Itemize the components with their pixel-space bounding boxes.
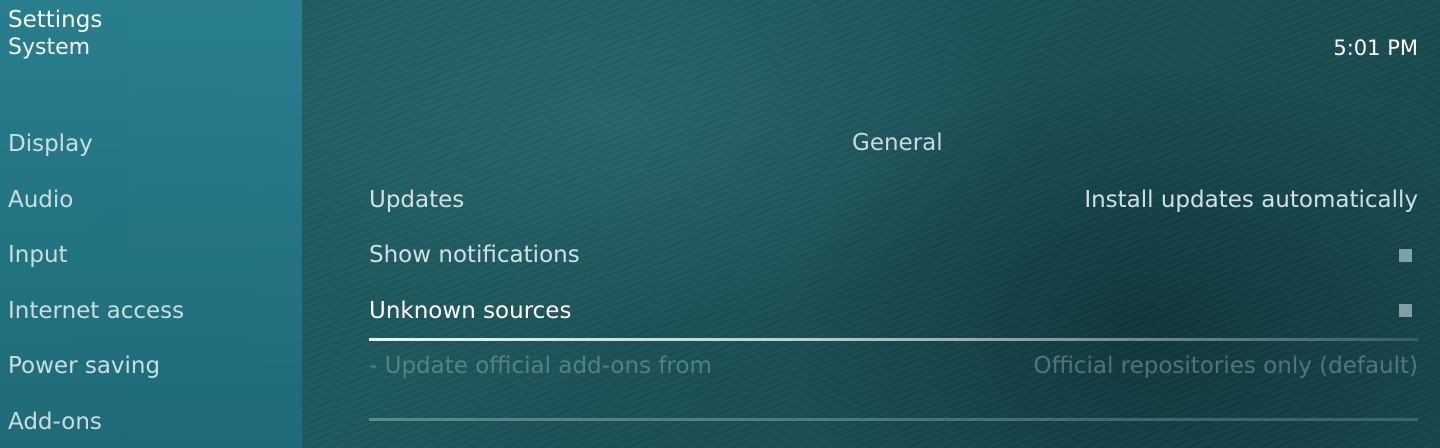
sidebar-item-add-ons[interactable]: Add-ons xyxy=(0,395,302,448)
sidebar-item-label: Audio xyxy=(8,186,74,213)
sidebar-item-display[interactable]: Display xyxy=(0,117,302,173)
sidebar-item-audio[interactable]: Audio xyxy=(0,173,302,229)
clock: 5:01 PM xyxy=(1333,36,1418,60)
settings-screen: Settings System Display Audio Input Inte… xyxy=(0,0,1440,448)
sidebar-item-internet-access[interactable]: Internet access xyxy=(0,284,302,340)
sidebar-nav: Display Audio Input Internet access Powe… xyxy=(0,117,302,448)
setting-update-official-addons-from: - Update official add-ons from Official … xyxy=(369,339,1418,395)
setting-updates[interactable]: Updates Install updates automatically xyxy=(369,172,1418,228)
page-subtitle: System xyxy=(8,35,91,60)
list-divider xyxy=(369,418,1418,421)
setting-label: - Update official add-ons from xyxy=(369,353,712,380)
page-title: Settings xyxy=(8,7,103,33)
section-heading: General xyxy=(852,130,943,156)
sidebar-item-label: Internet access xyxy=(8,297,185,324)
sidebar-item-label: Input xyxy=(8,242,68,268)
setting-label: Updates xyxy=(369,186,465,213)
setting-unknown-sources[interactable]: Unknown sources xyxy=(369,283,1418,340)
sidebar-item-label: Display xyxy=(8,131,93,157)
page-header: Settings System xyxy=(8,6,102,61)
sidebar-item-input[interactable]: Input xyxy=(0,228,302,284)
checkbox-toggle[interactable] xyxy=(1399,248,1412,262)
sidebar: Settings System Display Audio Input Inte… xyxy=(0,0,302,448)
setting-label: Show notifications xyxy=(369,242,580,269)
setting-value: Official repositories only (default) xyxy=(1033,353,1418,380)
setting-value: Install updates automatically xyxy=(1084,186,1418,213)
settings-list: Updates Install updates automatically Sh… xyxy=(369,172,1418,394)
setting-show-notifications[interactable]: Show notifications xyxy=(369,228,1418,284)
sidebar-item-label: Power saving xyxy=(8,353,161,379)
sidebar-item-power-saving[interactable]: Power saving xyxy=(0,339,302,395)
setting-label: Unknown sources xyxy=(369,297,572,324)
checkbox-toggle[interactable] xyxy=(1399,304,1412,318)
sidebar-item-label: Add-ons xyxy=(8,408,102,435)
